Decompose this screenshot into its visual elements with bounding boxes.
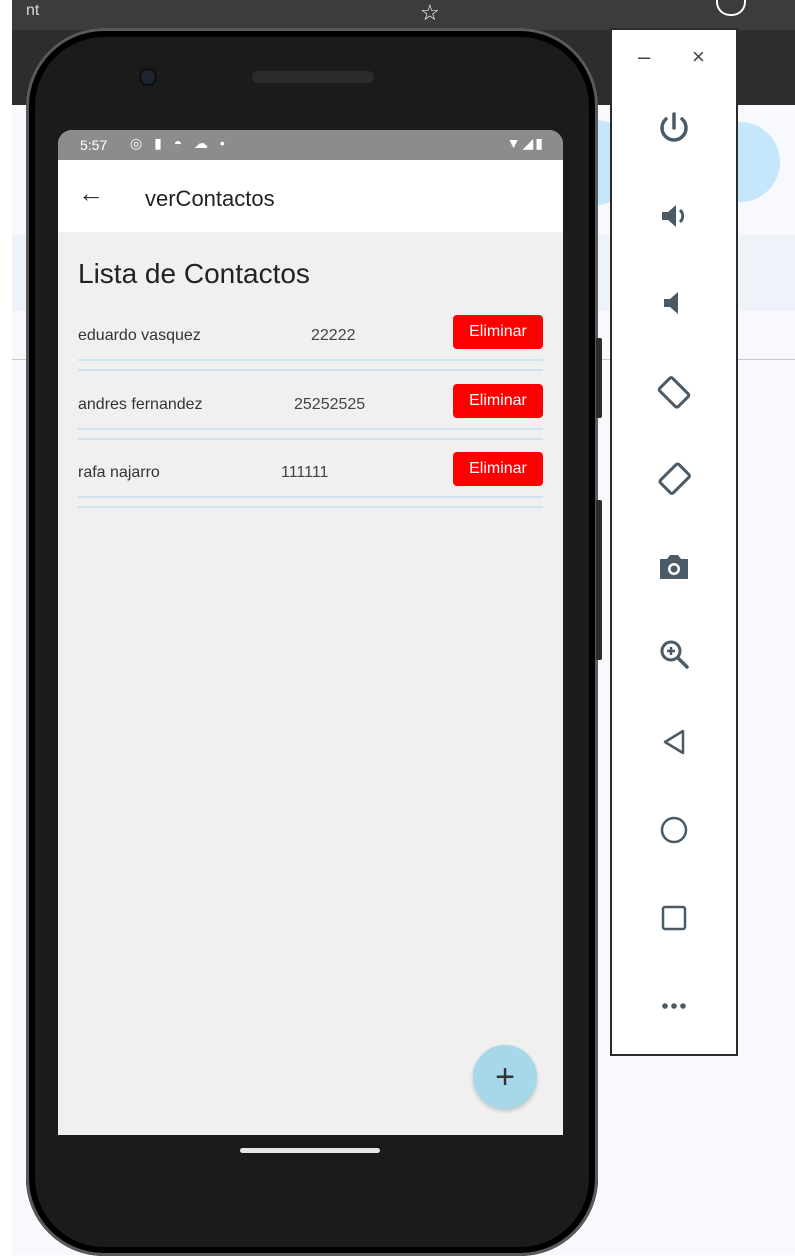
volume-up-icon[interactable] [646,188,702,244]
front-camera-icon [141,70,155,84]
row-divider [78,496,543,498]
row-divider [78,428,543,430]
contact-row: eduardo vasquez 22222 Eliminar [78,315,543,371]
status-signal-battery-icons: ▼◢▮ [506,135,545,151]
minimize-icon[interactable]: – [638,44,650,70]
emulator-toolbar: – × [610,28,738,1056]
contact-phone: 111111 [281,464,329,481]
page-heading: Lista de Contactos [78,258,310,289]
browser-tab-text: nt [26,2,40,19]
app-title: verContactos [145,186,275,211]
contact-phone: 25252525 [294,396,366,413]
volume-down-icon[interactable] [646,275,702,331]
phone-volume-button [596,500,602,660]
phone-screen: 5:57 ◎ ▮ ◓ ☁ • ▼◢▮ ← verContactos Lista … [58,130,563,1135]
status-notification-icons: ◎ ▮ ◓ ☁ • [130,135,229,151]
contact-row: rafa najarro 111111 Eliminar [78,452,543,508]
add-contact-fab[interactable]: + [473,1045,537,1109]
bookmark-star-icon[interactable]: ☆ [420,0,440,26]
row-divider [78,359,543,361]
contact-name: rafa najarro [78,464,160,481]
more-icon[interactable] [646,978,702,1034]
contact-phone: 22222 [311,327,356,344]
contact-row: andres fernandez 25252525 Eliminar [78,384,543,440]
home-icon[interactable] [646,802,702,858]
delete-contact-button[interactable]: Eliminar [453,384,543,418]
contact-name: andres fernandez [78,396,203,413]
phone-power-button [596,338,602,418]
rotate-left-icon[interactable] [646,363,702,419]
row-divider [78,438,543,440]
status-time: 5:57 [80,137,108,153]
gesture-home-pill[interactable] [240,1148,380,1153]
back-icon[interactable] [646,714,702,770]
back-arrow-icon[interactable]: ← [78,178,104,209]
earpiece-speaker [252,71,374,83]
contact-name: eduardo vasquez [78,327,201,344]
browser-tab-bar: nt [12,0,795,30]
status-bar: 5:57 ◎ ▮ ◓ ☁ • ▼◢▮ [58,130,563,160]
row-divider [78,369,543,371]
delete-contact-button[interactable]: Eliminar [453,452,543,486]
power-icon[interactable] [646,100,702,156]
rotate-right-icon[interactable] [646,450,702,506]
delete-contact-button[interactable]: Eliminar [453,315,543,349]
close-icon[interactable]: × [692,44,705,70]
overview-icon[interactable] [646,890,702,946]
camera-icon[interactable] [646,538,702,594]
zoom-icon[interactable] [646,626,702,682]
row-divider [78,506,543,508]
app-bar: ← verContactos [58,160,563,232]
